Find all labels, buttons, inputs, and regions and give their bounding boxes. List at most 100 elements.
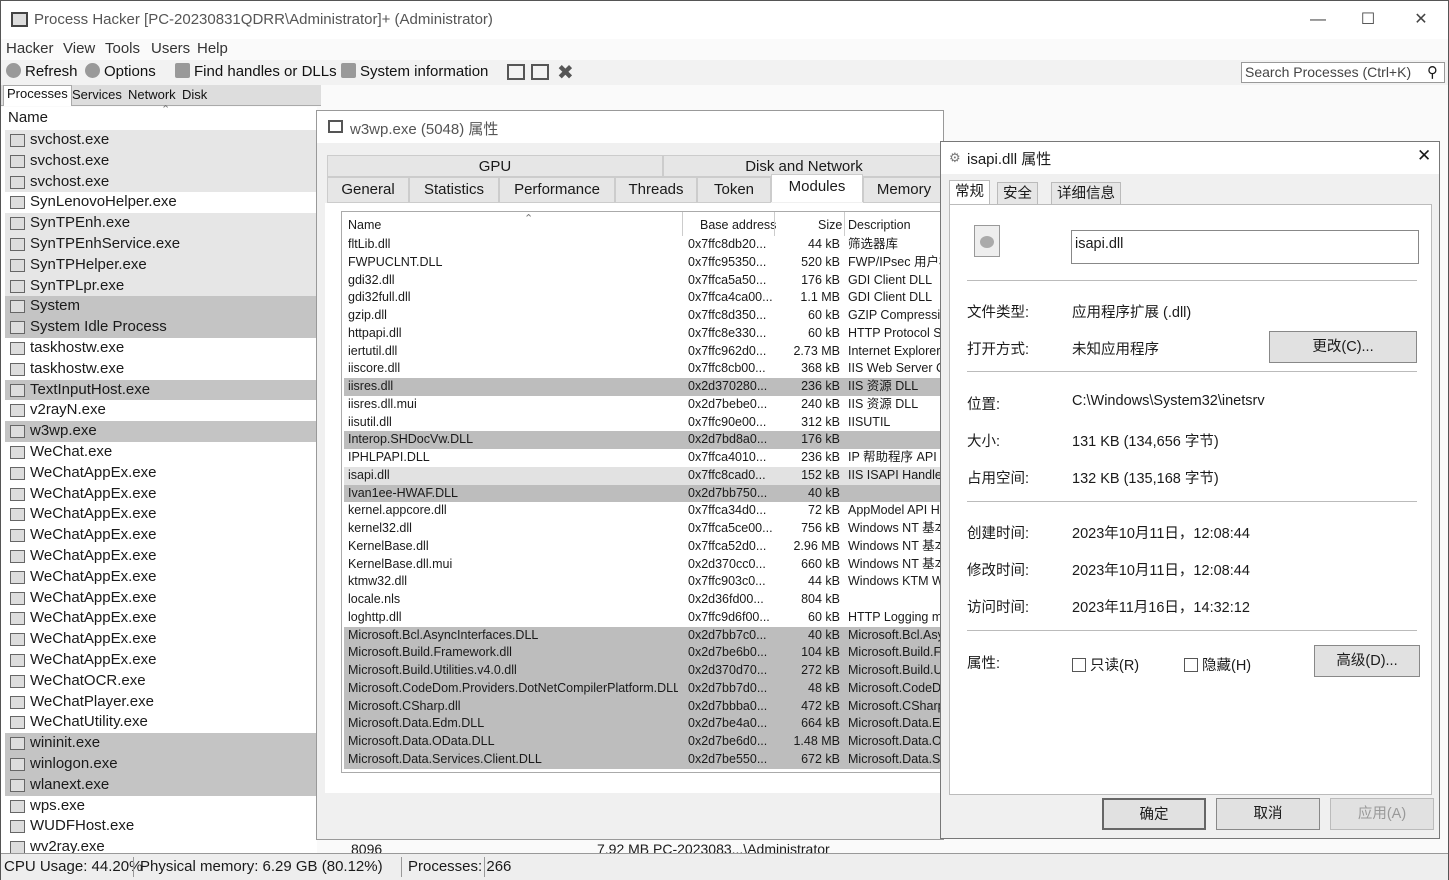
module-row[interactable]: iisres.dll 0x2d370280... 236 kB IIS 资源 DLL	[344, 378, 942, 396]
module-row[interactable]: loghttp.dll 0x7ffc9d6f00... 60 kB HTTP Logg…	[344, 609, 942, 627]
readonly-checkbox[interactable]: 只读(R)	[1072, 654, 1139, 675]
module-row[interactable]: KernelBase.dll 0x7ffca52d0... 2.96 MB Windo…	[344, 538, 942, 556]
module-row[interactable]: iisutil.dll 0x7ffc90e00... 312 kB IISUTIL	[344, 414, 942, 432]
module-row[interactable]: httpapi.dll 0x7ffc8e330... 60 kB HTTP Proto…	[344, 325, 942, 343]
maximize-button[interactable]: ☐	[1353, 7, 1383, 33]
module-row[interactable]: fltLib.dll 0x7ffc8db20... 44 kB 筛选器库	[344, 236, 942, 254]
module-row[interactable]: Interop.SHDocVw.DLL 0x2d7bd8a0... 176 kB	[344, 431, 942, 450]
process-row[interactable]: WeChatAppEx.exe	[5, 504, 317, 525]
process-row[interactable]: WeChatAppEx.exe	[5, 608, 317, 629]
tab-disk[interactable]: Disk	[179, 87, 210, 102]
process-row[interactable]: WeChatAppEx.exe	[5, 525, 317, 546]
process-row[interactable]: WeChatAppEx.exe	[5, 484, 317, 505]
menu-help[interactable]: Help	[197, 40, 228, 57]
tab-services[interactable]: Services	[69, 87, 125, 102]
menu-users[interactable]: Users	[151, 40, 190, 57]
close-button[interactable]: ✕	[1406, 7, 1436, 33]
ok-button[interactable]: 确定	[1102, 798, 1206, 830]
tab-statistics[interactable]: Statistics	[409, 177, 499, 203]
module-row[interactable]: gdi32.dll 0x7ffca5a50... 176 kB GDI Client …	[344, 272, 942, 290]
menu-hacker[interactable]: Hacker	[6, 40, 54, 57]
process-row[interactable]: SynTPHelper.exe	[5, 254, 317, 276]
process-row[interactable]: WeChatUtility.exe	[5, 712, 317, 733]
menu-view[interactable]: View	[63, 40, 95, 57]
module-row[interactable]: Microsoft.Build.Utilities.v4.0.dll 0x2d37…	[344, 662, 942, 680]
tab-gpu[interactable]: GPU	[327, 155, 663, 177]
process-row[interactable]: WeChatAppEx.exe	[5, 567, 317, 588]
change-button[interactable]: 更改(C)...	[1269, 331, 1417, 363]
module-row[interactable]: Microsoft.Data.OData.DLL 0x2d7be6d0... 1.4…	[344, 733, 942, 751]
process-row[interactable]: WeChatPlayer.exe	[5, 692, 317, 713]
system-information-button[interactable]: System information	[341, 63, 488, 80]
module-row[interactable]: Microsoft.CSharp.dll 0x2d7bbba0... 472 kB M…	[344, 697, 942, 716]
find-handles-button[interactable]: Find handles or DLLs	[175, 63, 337, 80]
process-row[interactable]: taskhostw.exe	[5, 338, 317, 359]
tab-general[interactable]: 常规	[949, 180, 990, 205]
process-row[interactable]: WUDFHost.exe	[5, 816, 317, 837]
module-row[interactable]: Microsoft.Build.Framework.dll 0x2d7be6b0.…	[344, 644, 942, 663]
process-row[interactable]: wps.exe	[5, 796, 317, 817]
module-row[interactable]: KernelBase.dll.mui 0x2d370cc0... 660 kB Win…	[344, 556, 942, 574]
process-row[interactable]: System	[5, 296, 317, 318]
module-row[interactable]: gzip.dll 0x7ffc8d350... 60 kB GZIP Compress…	[344, 307, 942, 325]
process-row[interactable]: WeChatAppEx.exe	[5, 588, 317, 609]
process-row[interactable]: w3wp.exe	[5, 421, 317, 442]
readonly-box[interactable]	[1072, 658, 1086, 672]
dialog-close-button[interactable]: ✕	[1417, 146, 1431, 166]
tab-processes[interactable]: Processes	[3, 85, 72, 106]
process-row[interactable]: svchost.exe	[5, 150, 317, 172]
process-row[interactable]: v2rayN.exe	[5, 400, 317, 421]
search-processes-input[interactable]: Search Processes (Ctrl+K)	[1241, 62, 1445, 83]
process-row[interactable]: WeChatAppEx.exe	[5, 629, 317, 650]
hidden-box[interactable]	[1184, 658, 1198, 672]
apply-button[interactable]: 应用(A)	[1330, 798, 1434, 830]
hidden-checkbox[interactable]: 隐藏(H)	[1184, 654, 1251, 675]
menu-tools[interactable]: Tools	[105, 40, 140, 57]
process-row[interactable]: System Idle Process	[5, 317, 317, 338]
tab-security[interactable]: 安全	[997, 182, 1038, 205]
search-icon[interactable]: ⚲	[1427, 63, 1438, 81]
tab-network[interactable]: Network	[125, 87, 179, 102]
tab-details[interactable]: 详细信息	[1051, 182, 1121, 205]
module-row[interactable]: Microsoft.Data.Services.Client.DLL 0x2d7b…	[344, 750, 942, 769]
process-row[interactable]: WeChatAppEx.exe	[5, 650, 317, 671]
refresh-button[interactable]: Refresh	[6, 63, 78, 80]
process-row[interactable]: wininit.exe	[5, 733, 317, 754]
size-header[interactable]: Size	[818, 218, 842, 232]
module-row[interactable]: Microsoft.Bcl.AsyncInterfaces.DLL 0x2d7bb…	[344, 626, 942, 645]
module-row[interactable]: IPHLPAPI.DLL 0x7ffca4010... 236 kB IP 帮助程序 …	[344, 449, 942, 467]
process-row[interactable]: taskhostw.exe	[5, 359, 317, 380]
module-row[interactable]: isapi.dll 0x7ffc8cad0... 152 kB IIS ISAPI H…	[344, 466, 942, 485]
process-row[interactable]: SynTPEnh.exe	[5, 213, 317, 234]
process-row[interactable]: SynTPLpr.exe	[5, 275, 317, 297]
module-row[interactable]: iisres.dll.mui 0x2d7bebe0... 240 kB IIS 资源 …	[344, 396, 942, 414]
module-row[interactable]: locale.nls 0x2d36fd00... 804 kB	[344, 591, 942, 609]
advanced-button[interactable]: 高级(D)...	[1314, 645, 1420, 677]
module-row[interactable]: iertutil.dll 0x7ffc962d0... 2.73 MB Interne…	[344, 343, 942, 361]
tab-performance[interactable]: Performance	[499, 177, 615, 203]
tab-general[interactable]: General	[327, 177, 409, 203]
module-row[interactable]: Microsoft.Data.Edm.DLL 0x2d7be4a0... 664 k…	[344, 715, 942, 734]
module-name-header[interactable]: Name	[348, 218, 381, 232]
tab-memory[interactable]: Memory	[863, 177, 945, 203]
process-row[interactable]: svchost.exe	[5, 130, 317, 151]
module-row[interactable]: kernel32.dll 0x7ffca5ce00... 756 kB Windows…	[344, 520, 942, 538]
tab-threads[interactable]: Threads	[615, 177, 697, 203]
process-row[interactable]: svchost.exe	[5, 171, 317, 193]
tab-modules[interactable]: Modules	[771, 174, 863, 202]
filename-field[interactable]: isapi.dll	[1071, 230, 1419, 264]
process-row[interactable]: WeChat.exe	[5, 442, 317, 463]
tab-token[interactable]: Token	[697, 177, 771, 203]
base-address-header[interactable]: Base address	[700, 218, 776, 232]
module-row[interactable]: Microsoft.CodeDom.Providers.DotNetCompil…	[344, 679, 942, 698]
module-row[interactable]: ktmw32.dll 0x7ffc903c0... 44 kB Windows KTM…	[344, 573, 942, 591]
window-find-icon[interactable]	[531, 64, 549, 80]
window-icon[interactable]	[507, 64, 525, 80]
terminate-icon[interactable]: ✖	[557, 60, 574, 85]
process-row[interactable]: WeChatAppEx.exe	[5, 546, 317, 567]
process-row[interactable]: WeChatAppEx.exe	[5, 463, 317, 484]
name-column-header[interactable]: Name	[8, 109, 48, 126]
module-row[interactable]: Ivan1ee-HWAF.DLL 0x2d7bb750... 40 kB	[344, 484, 942, 503]
process-row[interactable]: wlanext.exe	[5, 774, 317, 796]
options-button[interactable]: Options	[85, 63, 156, 80]
